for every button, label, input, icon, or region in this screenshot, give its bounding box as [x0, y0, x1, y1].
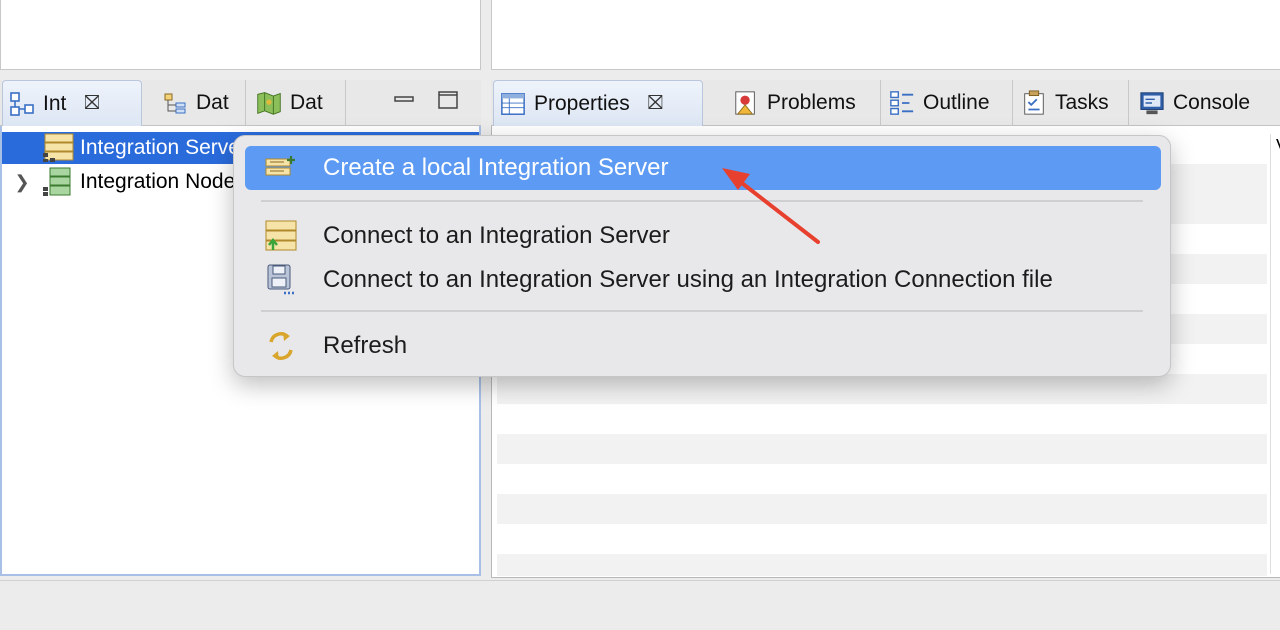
- menu-separator: [261, 310, 1143, 312]
- menu-item-connect-server[interactable]: Connect to an Integration Server: [245, 214, 1161, 258]
- tab-label: Int: [43, 91, 67, 115]
- tab-console[interactable]: Console: [1133, 80, 1280, 126]
- left-tab-bar: Int ⛝ Dat Dat: [0, 80, 481, 126]
- console-icon: [1139, 90, 1165, 116]
- menu-item-connect-with-file[interactable]: Connect to an Integration Server using a…: [245, 258, 1161, 302]
- integration-nodes-icon: [42, 167, 76, 197]
- create-server-icon: [261, 152, 301, 184]
- tab-label: Tasks: [1055, 91, 1109, 114]
- outline-icon: [889, 90, 915, 116]
- maximize-icon[interactable]: [436, 88, 460, 112]
- tab-label: Dat: [290, 91, 323, 114]
- table-row: [497, 434, 1267, 464]
- table-row: [497, 494, 1267, 524]
- tab-label: Dat: [196, 91, 229, 114]
- integration-explorer-icon: [9, 91, 35, 117]
- right-tab-bar: Properties ⛝ Problems Outline Tasks Cons…: [491, 80, 1280, 126]
- tab-tasks[interactable]: Tasks: [1015, 80, 1129, 126]
- tab-properties[interactable]: Properties ⛝: [493, 80, 703, 126]
- data-design-icon: [162, 90, 188, 116]
- column-divider: [1270, 134, 1271, 574]
- connection-file-icon: [261, 264, 301, 296]
- status-bar: [0, 580, 1280, 630]
- tasks-icon: [1021, 90, 1047, 116]
- tab-outline[interactable]: Outline: [883, 80, 1013, 126]
- context-menu: Create a local Integration Server Connec…: [233, 135, 1171, 377]
- tab-data-design[interactable]: Dat: [156, 80, 246, 126]
- properties-icon: [500, 91, 526, 117]
- menu-item-create-local-server[interactable]: Create a local Integration Server: [245, 146, 1161, 190]
- tree-item-label: Integration Servers: [80, 136, 258, 159]
- menu-separator: [261, 200, 1143, 202]
- tab-label: Console: [1173, 91, 1251, 114]
- tab-label: Properties: [534, 91, 630, 115]
- chevron-right-icon[interactable]: ❯: [2, 172, 42, 193]
- menu-item-label: Refresh: [323, 332, 408, 359]
- menu-item-label: Connect to an Integration Server using a…: [323, 266, 1053, 293]
- top-right-panel: [491, 0, 1280, 70]
- refresh-icon: [261, 330, 301, 362]
- minimize-icon[interactable]: [392, 88, 416, 112]
- close-icon[interactable]: ⛝: [84, 92, 99, 115]
- tab-integration-explorer[interactable]: Int ⛝: [2, 80, 142, 126]
- table-row: [497, 554, 1267, 576]
- column-header: V: [1276, 136, 1280, 157]
- tab-problems[interactable]: Problems: [727, 80, 881, 126]
- connect-server-icon: [261, 220, 301, 252]
- integration-servers-icon: [42, 133, 76, 163]
- top-left-panel: [0, 0, 481, 70]
- tab-label: Problems: [767, 91, 856, 114]
- problems-icon: [733, 90, 759, 116]
- table-row: [497, 374, 1267, 404]
- close-icon[interactable]: ⛝: [648, 92, 663, 115]
- data-source-icon: [256, 90, 282, 116]
- tree-item-label: Integration Nodes: [80, 170, 246, 193]
- menu-item-label: Create a local Integration Server: [323, 154, 669, 181]
- tab-data-source[interactable]: Dat: [250, 80, 346, 126]
- menu-item-refresh[interactable]: Refresh: [245, 324, 1161, 368]
- menu-item-label: Connect to an Integration Server: [323, 222, 670, 249]
- tab-label: Outline: [923, 91, 990, 114]
